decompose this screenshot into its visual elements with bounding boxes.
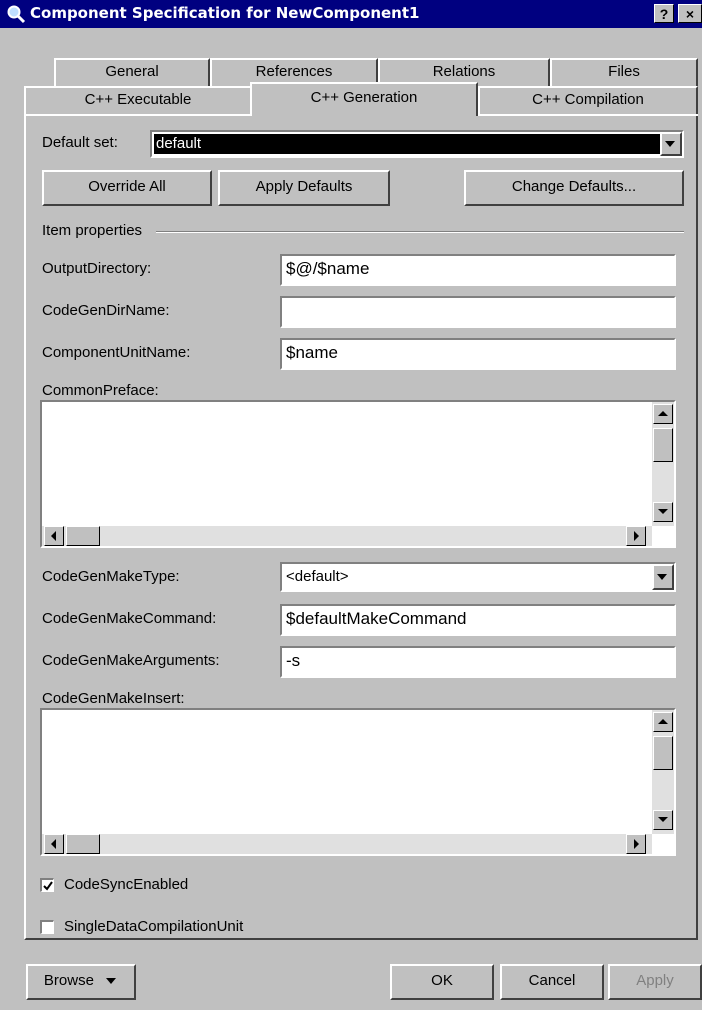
codegen-make-type-value: <default> [286, 568, 349, 585]
codegen-make-arguments-field[interactable]: -s [280, 646, 676, 678]
tab-files[interactable]: Files [550, 58, 698, 88]
window-title: Component Specification for NewComponent… [30, 4, 420, 22]
common-preface-textarea[interactable] [40, 400, 676, 548]
tab-cpp-compilation[interactable]: C++ Compilation [478, 86, 698, 116]
checkmark-icon [43, 881, 53, 891]
codegen-make-type-dropdown[interactable]: <default> [280, 562, 676, 592]
codegen-make-insert-textarea[interactable] [40, 708, 676, 856]
codegen-make-command-field[interactable]: $defaultMakeCommand [280, 604, 676, 636]
help-button[interactable]: ? [654, 4, 674, 23]
magnifier-icon [7, 5, 26, 24]
override-all-button[interactable]: Override All [42, 170, 212, 206]
scroll-down-button[interactable] [653, 810, 673, 830]
chevron-down-icon [665, 141, 675, 147]
scroll-thumb[interactable] [66, 526, 100, 546]
codesync-enabled-checkbox[interactable] [40, 878, 54, 892]
default-set-value: default [154, 134, 660, 154]
tab-cpp-executable[interactable]: C++ Executable [24, 86, 252, 116]
component-unit-name-field[interactable]: $name [280, 338, 676, 370]
single-data-compilation-unit-checkbox[interactable] [40, 920, 54, 934]
title-bar: Component Specification for NewComponent… [0, 0, 702, 28]
cancel-button[interactable]: Cancel [500, 964, 604, 1000]
scroll-down-button[interactable] [653, 502, 673, 522]
arrow-up-icon [658, 411, 668, 416]
horizontal-scrollbar[interactable] [42, 834, 652, 854]
apply-defaults-button[interactable]: Apply Defaults [218, 170, 390, 206]
change-defaults-button[interactable]: Change Defaults... [464, 170, 684, 206]
arrow-down-icon [658, 817, 668, 822]
codegen-make-type-dropdown-button[interactable] [652, 564, 674, 590]
arrow-up-icon [658, 719, 668, 724]
scroll-left-button[interactable] [44, 834, 64, 854]
scroll-up-button[interactable] [653, 404, 673, 424]
horizontal-scrollbar[interactable] [42, 526, 652, 546]
scroll-right-button[interactable] [626, 526, 646, 546]
scroll-thumb[interactable] [653, 428, 673, 462]
common-preface-value [44, 404, 650, 524]
arrow-right-icon [634, 531, 639, 541]
default-set-dropdown-button[interactable] [660, 132, 682, 156]
codegen-dir-name-field[interactable] [280, 296, 676, 328]
scroll-up-button[interactable] [653, 712, 673, 732]
vertical-scrollbar[interactable] [652, 710, 674, 834]
browse-label: Browse [43, 972, 94, 989]
arrow-left-icon [51, 531, 56, 541]
tab-cpp-generation[interactable]: C++ Generation [250, 82, 478, 116]
vertical-scrollbar[interactable] [652, 402, 674, 526]
arrow-right-icon [634, 839, 639, 849]
arrow-down-icon [658, 509, 668, 514]
scroll-thumb[interactable] [66, 834, 100, 854]
tab-general[interactable]: General [54, 58, 210, 88]
output-directory-field[interactable]: $@/$name [280, 254, 676, 286]
chevron-down-icon [106, 978, 117, 985]
scroll-right-button[interactable] [626, 834, 646, 854]
ok-button[interactable]: OK [390, 964, 494, 1000]
browse-button[interactable]: Browse [26, 964, 136, 1000]
close-button[interactable]: × [678, 4, 702, 23]
arrow-left-icon [51, 839, 56, 849]
default-set-dropdown[interactable]: default [150, 130, 684, 158]
scroll-thumb[interactable] [653, 736, 673, 770]
apply-button[interactable]: Apply [608, 964, 702, 1000]
scroll-left-button[interactable] [44, 526, 64, 546]
codegen-make-insert-value [44, 712, 650, 832]
chevron-down-icon [657, 574, 667, 580]
